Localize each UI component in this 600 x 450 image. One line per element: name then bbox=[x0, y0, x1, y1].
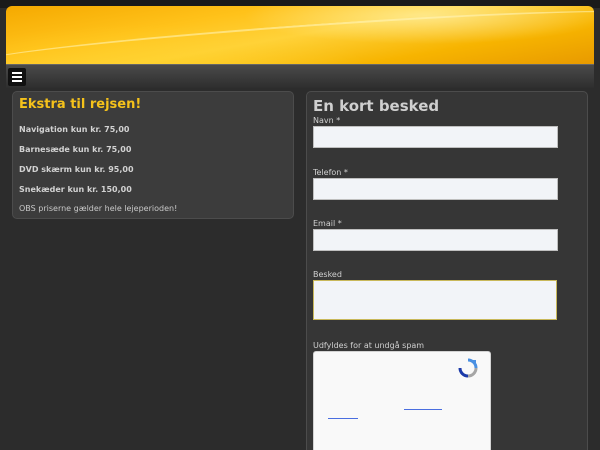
contact-form-panel: En kort besked Navn * Telefon * Email * … bbox=[306, 91, 588, 450]
email-input[interactable] bbox=[313, 229, 558, 251]
recaptcha-privacy-link[interactable] bbox=[404, 409, 442, 410]
name-label: Navn * bbox=[313, 116, 341, 125]
recaptcha-widget[interactable] bbox=[313, 351, 491, 450]
navigation-bar bbox=[6, 64, 594, 88]
phone-input[interactable] bbox=[313, 178, 558, 200]
recaptcha-terms-link[interactable] bbox=[328, 418, 358, 419]
hamburger-menu-icon bbox=[12, 70, 22, 84]
email-label: Email * bbox=[313, 219, 342, 228]
extras-panel: Ekstra til rejsen! Navigation kun kr. 75… bbox=[12, 91, 294, 219]
extra-item-dvd-screen: DVD skærm kun kr. 95,00 bbox=[19, 165, 134, 174]
extras-note: OBS priserne gælder hele lejeperioden! bbox=[19, 204, 178, 213]
message-textarea[interactable] bbox=[313, 280, 557, 320]
name-input[interactable] bbox=[313, 126, 558, 148]
form-title: En kort besked bbox=[313, 97, 440, 115]
phone-label: Telefon * bbox=[313, 168, 348, 177]
extra-item-navigation: Navigation kun kr. 75,00 bbox=[19, 125, 130, 134]
menu-button[interactable] bbox=[8, 68, 26, 86]
header-banner bbox=[6, 6, 594, 64]
spam-label: Udfyldes for at undgå spam bbox=[313, 341, 425, 350]
recaptcha-icon bbox=[458, 358, 478, 378]
extra-item-child-seat: Barnesæde kun kr. 75,00 bbox=[19, 145, 132, 154]
extra-item-snow-chains: Snekæder kun kr. 150,00 bbox=[19, 185, 132, 194]
message-label: Besked bbox=[313, 270, 342, 279]
extras-title: Ekstra til rejsen! bbox=[19, 97, 142, 112]
